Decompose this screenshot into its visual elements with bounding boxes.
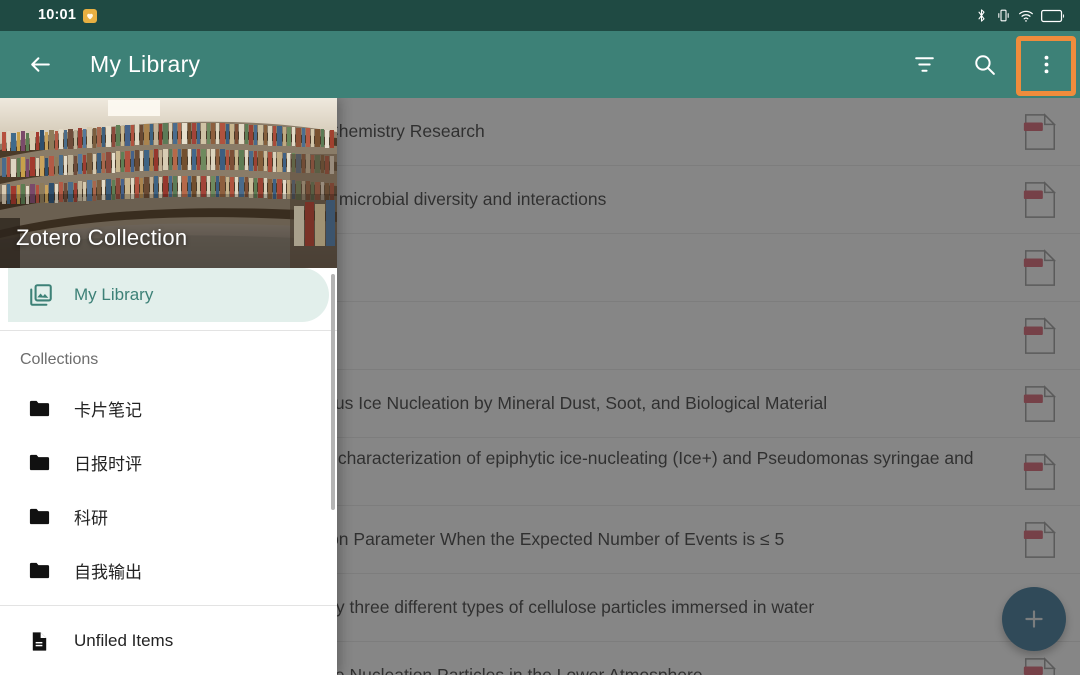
app-bar: My Library bbox=[0, 31, 1080, 98]
folder-icon bbox=[28, 451, 62, 474]
app-screen: Physics, Aerosols, and Aerosol Chemistry… bbox=[0, 0, 1080, 675]
app-notification-badge bbox=[83, 8, 98, 23]
folder-icon bbox=[28, 559, 62, 582]
status-time: 10:01 bbox=[38, 7, 77, 24]
status-bar-left: 10:01 bbox=[38, 7, 98, 24]
filter-icon bbox=[914, 57, 934, 72]
back-button[interactable] bbox=[12, 37, 68, 93]
sidebar-item-collection-1[interactable]: 日报时评 bbox=[8, 435, 329, 489]
sidebar-item-unfiled-items[interactable]: Unfiled Items bbox=[8, 614, 329, 668]
filter-button[interactable] bbox=[896, 37, 952, 93]
sidebar-item-collection-3[interactable]: 自我输出 bbox=[8, 543, 329, 597]
sidebar-item-label: 科研 bbox=[74, 508, 108, 528]
folder-icon bbox=[28, 505, 62, 528]
drawer-header-title: Zotero Collection bbox=[16, 225, 188, 250]
sidebar-item-collection-2[interactable]: 科研 bbox=[8, 489, 329, 543]
sidebar-item-label: Unfiled Items bbox=[74, 631, 174, 650]
search-icon bbox=[974, 55, 995, 75]
status-bar-right: 76 bbox=[974, 8, 1066, 24]
drawer-divider-2 bbox=[0, 605, 337, 606]
sidebar-item-partial[interactable] bbox=[8, 668, 329, 675]
collections-subheader: Collections bbox=[20, 351, 99, 368]
sidebar-item-label: 自我输出 bbox=[74, 562, 142, 582]
bluetooth-icon bbox=[978, 9, 985, 22]
drawer-header: Zotero Collection bbox=[0, 98, 337, 268]
vibrate-icon bbox=[998, 9, 1009, 22]
overflow-menu-button[interactable] bbox=[1018, 37, 1074, 93]
back-arrow-icon bbox=[30, 57, 50, 72]
drawer-divider-1 bbox=[0, 330, 337, 331]
page-title: My Library bbox=[90, 51, 201, 77]
sidebar-item-label: 日报时评 bbox=[74, 454, 142, 474]
drawer-body: My Library Collections 卡片笔记 日报时评 科研 自我输出… bbox=[0, 268, 337, 675]
drawer-scrollbar-thumb[interactable] bbox=[331, 274, 335, 510]
wifi-icon bbox=[1019, 10, 1033, 22]
more-vertical-icon bbox=[1044, 55, 1048, 74]
navigation-drawer[interactable]: Zotero Collection My Library Collections bbox=[0, 98, 337, 675]
sidebar-item-label: 卡片笔记 bbox=[74, 400, 142, 420]
search-button[interactable] bbox=[956, 37, 1012, 93]
battery-icon: 76 bbox=[1041, 9, 1066, 23]
document-icon bbox=[28, 630, 62, 653]
sidebar-item-label: My Library bbox=[74, 285, 154, 304]
folder-icon bbox=[28, 397, 62, 420]
collections-library-icon bbox=[28, 282, 62, 308]
sidebar-item-collection-0[interactable]: 卡片笔记 bbox=[8, 381, 329, 435]
battery-level: 76 bbox=[1048, 11, 1056, 19]
status-bar: 10:01 76 bbox=[0, 0, 1080, 31]
sidebar-item-my-library[interactable]: My Library bbox=[8, 268, 329, 322]
